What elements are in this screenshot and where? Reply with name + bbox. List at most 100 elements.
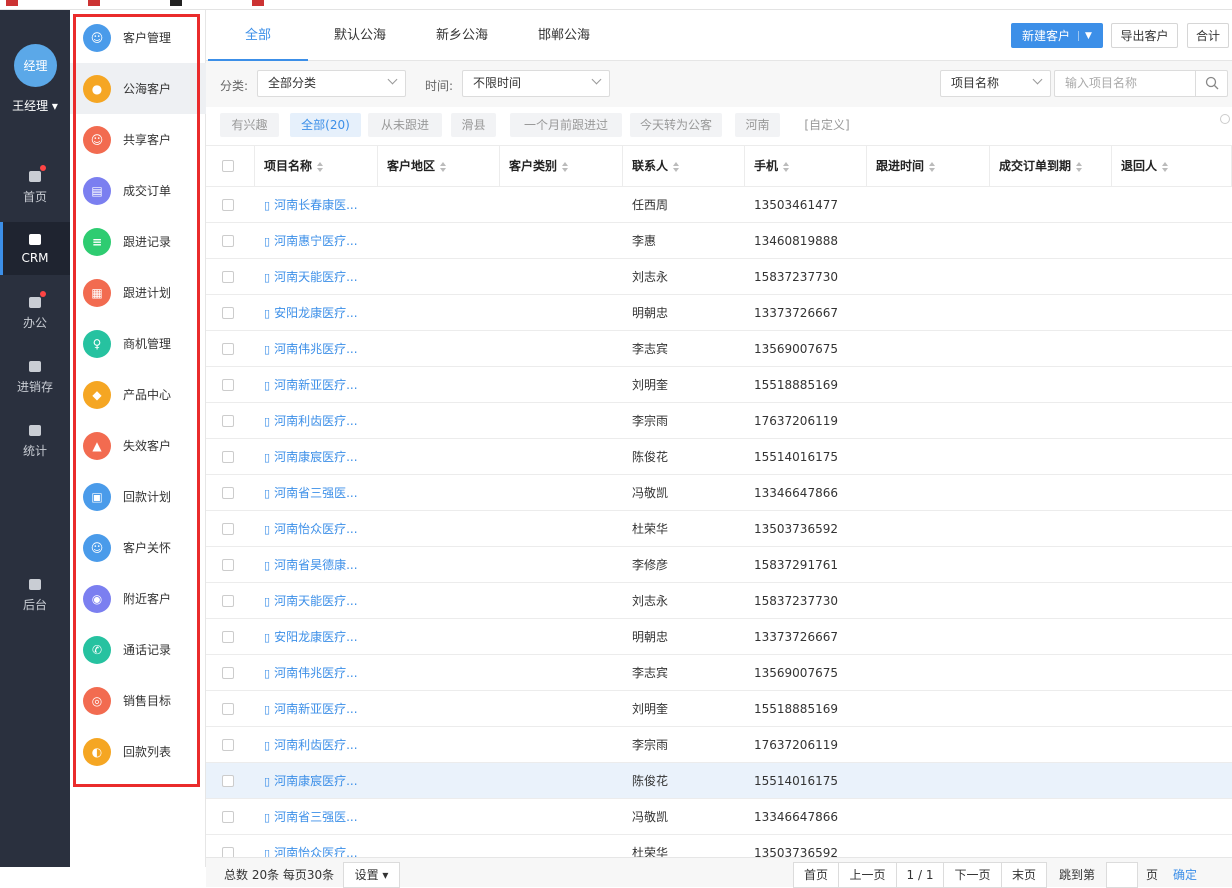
table-row[interactable]: ▯ 河南怡众医疗... 杜荣华 13503736592 — [206, 511, 1232, 547]
nav-item-0[interactable]: 首页 — [0, 160, 70, 210]
goto-page-input[interactable] — [1106, 862, 1138, 888]
nav-item-1[interactable]: CRM — [0, 222, 70, 275]
column-header-3[interactable]: 联系人 — [623, 146, 745, 187]
row-checkbox[interactable] — [222, 847, 234, 857]
filter-tag-6[interactable]: 河南 — [735, 113, 780, 137]
project-name-link[interactable]: ▯ 河南天能医疗... — [264, 259, 376, 295]
time-select[interactable]: 不限时间 — [462, 70, 610, 97]
next-page-button[interactable]: 下一页 — [943, 862, 1002, 888]
row-checkbox[interactable] — [222, 487, 234, 499]
project-name-link[interactable]: ▯ 安阳龙康医疗... — [264, 295, 376, 331]
project-name-link[interactable]: ▯ 河南长春康医... — [264, 187, 376, 223]
project-name-link[interactable]: ▯ 河南新亚医疗... — [264, 691, 376, 727]
filter-tag-4[interactable]: 一个月前跟进过 — [510, 113, 622, 137]
project-name-link[interactable]: ▯ 河南省三强医... — [264, 475, 376, 511]
project-name-link[interactable]: ▯ 河南天能医疗... — [264, 583, 376, 619]
table-row[interactable]: ▯ 河南怡众医疗... 杜荣华 13503736592 — [206, 835, 1232, 857]
filter-tag-3[interactable]: 滑县 — [451, 113, 496, 137]
row-checkbox[interactable] — [222, 235, 234, 247]
row-checkbox[interactable] — [222, 451, 234, 463]
table-row[interactable]: ▯ 河南惠宁医疗... 李惠 13460819888 — [206, 223, 1232, 259]
sidebar-item-3[interactable]: ▤ 成交订单 — [70, 165, 206, 216]
row-checkbox[interactable] — [222, 667, 234, 679]
filter-tag-5[interactable]: 今天转为公客 — [630, 113, 722, 137]
table-row[interactable]: ▯ 河南新亚医疗... 刘明奎 15518885169 — [206, 691, 1232, 727]
column-header-1[interactable]: 客户地区 — [378, 146, 500, 187]
column-header-4[interactable]: 手机 — [745, 146, 867, 187]
project-name-link[interactable]: ▯ 河南省三强医... — [264, 799, 376, 835]
sort-icon[interactable] — [1162, 161, 1169, 172]
sidebar-item-13[interactable]: ◎ 销售目标 — [70, 675, 206, 726]
search-input[interactable]: 输入项目名称 — [1054, 70, 1228, 97]
sort-icon[interactable] — [440, 161, 447, 172]
table-row[interactable]: ▯ 河南利齿医疗... 李宗雨 17637206119 — [206, 403, 1232, 439]
category-select[interactable]: 全部分类 — [257, 70, 406, 97]
row-checkbox[interactable] — [222, 271, 234, 283]
project-name-link[interactable]: ▯ 河南新亚医疗... — [264, 367, 376, 403]
table-row[interactable]: ▯ 安阳龙康医疗... 明朝忠 13373726667 — [206, 295, 1232, 331]
row-checkbox[interactable] — [222, 199, 234, 211]
row-checkbox[interactable] — [222, 523, 234, 535]
project-name-link[interactable]: ▯ 河南伟兆医疗... — [264, 331, 376, 367]
sidebar-item-5[interactable]: ▦ 跟进计划 — [70, 267, 206, 318]
sort-icon[interactable] — [1076, 161, 1083, 172]
first-page-button[interactable]: 首页 — [793, 862, 839, 888]
nav-item-2[interactable]: 办公 — [0, 286, 70, 336]
filter-tag-0[interactable]: 有兴趣 — [220, 113, 279, 137]
goto-confirm-button[interactable]: 确定 — [1173, 866, 1197, 883]
project-name-link[interactable]: ▯ 河南伟兆医疗... — [264, 655, 376, 691]
row-checkbox[interactable] — [222, 775, 234, 787]
table-row[interactable]: ▯ 河南伟兆医疗... 李志宾 13569007675 — [206, 331, 1232, 367]
table-row[interactable]: ▯ 安阳龙康医疗... 明朝忠 13373726667 — [206, 619, 1232, 655]
row-checkbox[interactable] — [222, 739, 234, 751]
sidebar-item-2[interactable]: ☺ 共享客户 — [70, 114, 206, 165]
row-checkbox[interactable] — [222, 559, 234, 571]
sidebar-item-0[interactable]: ☺ 客户管理 — [70, 12, 206, 63]
filter-tag-7[interactable]: [自定义] — [796, 113, 858, 137]
sidebar-item-6[interactable]: ♀ 商机管理 — [70, 318, 206, 369]
tab-2[interactable]: 新乡公海 — [412, 10, 512, 61]
table-row[interactable]: ▯ 河南康宸医疗... 陈俊花 15514016175 — [206, 763, 1232, 799]
table-row[interactable]: ▯ 河南伟兆医疗... 李志宾 13569007675 — [206, 655, 1232, 691]
merge-button[interactable]: 合计 — [1187, 23, 1229, 48]
sort-icon[interactable] — [562, 161, 569, 172]
row-checkbox[interactable] — [222, 703, 234, 715]
row-checkbox[interactable] — [222, 811, 234, 823]
table-row[interactable]: ▯ 河南康宸医疗... 陈俊花 15514016175 — [206, 439, 1232, 475]
project-name-link[interactable]: ▯ 河南省昊德康... — [264, 547, 376, 583]
row-checkbox[interactable] — [222, 343, 234, 355]
nav-item-3[interactable]: 进销存 — [0, 350, 70, 400]
project-name-link[interactable]: ▯ 河南利齿医疗... — [264, 727, 376, 763]
project-name-link[interactable]: ▯ 河南怡众医疗... — [264, 835, 376, 857]
filter-tag-1[interactable]: 全部(20) — [290, 113, 361, 137]
search-icon[interactable] — [1195, 71, 1227, 96]
table-row[interactable]: ▯ 河南省昊德康... 李修彦 15837291761 — [206, 547, 1232, 583]
table-row[interactable]: ▯ 河南天能医疗... 刘志永 15837237730 — [206, 583, 1232, 619]
sidebar-item-8[interactable]: ▲ 失效客户 — [70, 420, 206, 471]
sidebar-item-11[interactable]: ◉ 附近客户 — [70, 573, 206, 624]
column-header-6[interactable]: 成交订单到期 — [990, 146, 1112, 187]
row-checkbox[interactable] — [222, 631, 234, 643]
sidebar-item-4[interactable]: ≡ 跟进记录 — [70, 216, 206, 267]
table-row[interactable]: ▯ 河南新亚医疗... 刘明奎 15518885169 — [206, 367, 1232, 403]
last-page-button[interactable]: 末页 — [1001, 862, 1047, 888]
sidebar-item-14[interactable]: ◐ 回款列表 — [70, 726, 206, 777]
settings-gear-icon[interactable] — [1220, 114, 1230, 124]
prev-page-button[interactable]: 上一页 — [838, 862, 897, 888]
project-name-link[interactable]: ▯ 安阳龙康医疗... — [264, 619, 376, 655]
nav-item-4[interactable]: 统计 — [0, 414, 70, 464]
select-all-checkbox[interactable] — [222, 160, 234, 172]
project-name-link[interactable]: ▯ 河南康宸医疗... — [264, 763, 376, 799]
tab-1[interactable]: 默认公海 — [310, 10, 410, 61]
project-name-link[interactable]: ▯ 河南怡众医疗... — [264, 511, 376, 547]
chevron-down-icon[interactable]: ▼ — [1078, 30, 1092, 41]
sidebar-item-10[interactable]: ☺ 客户关怀 — [70, 522, 206, 573]
field-select[interactable]: 项目名称 — [940, 70, 1051, 97]
column-header-0[interactable]: 项目名称 — [255, 146, 378, 187]
table-row[interactable]: ▯ 河南长春康医... 任西周 13503461477 — [206, 187, 1232, 223]
sidebar-item-1[interactable]: ● 公海客户 — [70, 63, 206, 114]
row-checkbox[interactable] — [222, 379, 234, 391]
page-settings-button[interactable]: 设置 ▾ — [343, 862, 400, 888]
sort-icon[interactable] — [673, 161, 680, 172]
row-checkbox[interactable] — [222, 415, 234, 427]
